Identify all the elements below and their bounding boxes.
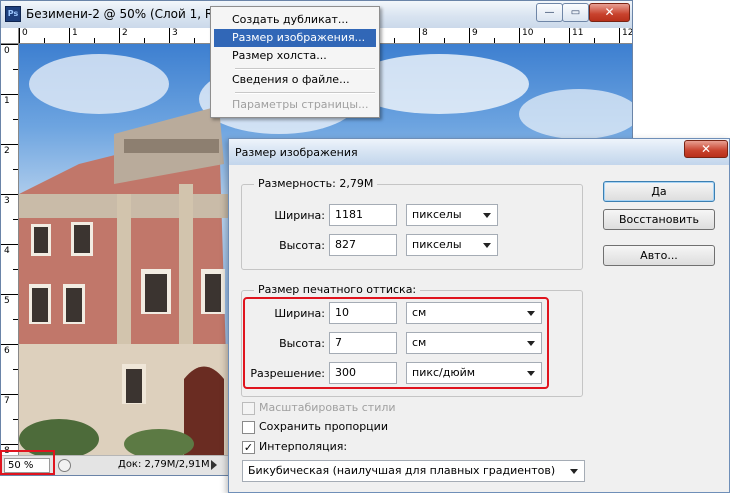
ruler-number: 3 [172, 28, 178, 38]
dialog-close-button[interactable]: ✕ [684, 140, 728, 158]
ruler-number: 1 [4, 96, 10, 106]
close-button[interactable]: ✕ [589, 3, 630, 22]
pixel-height-unit-select[interactable]: пикселы [406, 234, 498, 256]
print-height-unit: см [412, 336, 427, 349]
ruler-number: 4 [4, 246, 10, 256]
maximize-button[interactable]: ▭ [562, 3, 589, 22]
menu-separator [235, 92, 375, 94]
dialog-title-bar[interactable]: Размер изображения ✕ [229, 139, 729, 165]
resolution-unit-select[interactable]: пикс/дюйм [406, 362, 542, 384]
dropdown-arrow-icon [527, 341, 535, 346]
constrain-proportions-label[interactable]: Сохранить пропорции [259, 420, 388, 433]
ruler-number: 3 [4, 196, 10, 206]
photoshop-app-icon: Ps [5, 6, 21, 22]
dropdown-arrow-icon [527, 311, 535, 316]
ok-button[interactable]: Да [603, 181, 715, 202]
triangle-right-icon[interactable] [211, 460, 217, 470]
minimize-button[interactable]: — [536, 3, 563, 22]
zoom-highlight-box [0, 450, 55, 475]
ruler-corner[interactable] [1, 28, 19, 44]
pixel-dimensions-label: Размерность: [258, 177, 336, 190]
ruler-number: 5 [4, 296, 10, 306]
resample-checkbox[interactable]: ✓ [242, 441, 255, 454]
document-size-status: Док: 2,79M/2,91M [118, 459, 210, 470]
pixel-width-unit-select[interactable]: пикселы [406, 204, 498, 226]
ruler-number: 6 [4, 346, 10, 356]
pixel-height-unit: пикселы [412, 238, 462, 251]
pixel-dimensions-legend: Размерность: 2,79M [254, 177, 378, 190]
print-width-unit: см [412, 306, 427, 319]
ruler-number: 2 [122, 28, 128, 38]
print-height-label: Высота: [279, 337, 325, 350]
pixel-dimensions-value: 2,79M [339, 177, 374, 190]
resample-label[interactable]: Интерполяция: [259, 440, 347, 453]
ruler-number: 0 [4, 46, 10, 56]
ruler-number: 0 [22, 28, 28, 38]
ruler-vertical[interactable]: 0 1 2 3 4 5 6 7 8 [1, 44, 19, 455]
document-size-legend: Размер печатного оттиска: [254, 283, 421, 296]
pixel-width-unit: пикселы [412, 208, 462, 221]
print-width-unit-select[interactable]: см [406, 302, 542, 324]
scale-styles-checkbox [242, 402, 255, 415]
ruler-number: 9 [472, 28, 478, 38]
menu-item-file-info[interactable]: Сведения о файле... [214, 71, 376, 89]
print-width-label: Ширина: [274, 307, 325, 320]
resample-method-value: Бикубическая (наилучшая для плавных град… [248, 464, 556, 477]
ruler-number: 11 [572, 28, 584, 38]
pixel-height-field[interactable]: 827 [329, 234, 397, 256]
ruler-number: 8 [422, 28, 428, 38]
auto-button[interactable]: Авто... [603, 245, 715, 266]
dropdown-arrow-icon [527, 371, 535, 376]
dropdown-arrow-icon [483, 213, 491, 218]
menu-item-image-size[interactable]: Размер изображения... [214, 29, 376, 47]
ruler-number: 10 [522, 28, 534, 38]
image-size-dialog: Размер изображения ✕ Размерность: 2,79M … [228, 138, 730, 493]
clock-icon[interactable] [58, 459, 71, 472]
print-width-field[interactable]: 10 [329, 302, 397, 324]
resolution-unit: пикс/дюйм [412, 366, 476, 379]
print-height-unit-select[interactable]: см [406, 332, 542, 354]
reset-button[interactable]: Восстановить [603, 209, 715, 230]
ruler-number: 1 [72, 28, 78, 38]
menu-item-canvas-size[interactable]: Размер холста... [214, 47, 376, 65]
image-context-menu: Создать дубликат... Размер изображения..… [210, 6, 380, 118]
dropdown-arrow-icon [570, 469, 578, 474]
menu-item-duplicate[interactable]: Создать дубликат... [214, 11, 376, 29]
dialog-title: Размер изображения [235, 146, 358, 159]
pixel-width-field[interactable]: 1181 [329, 204, 397, 226]
dropdown-arrow-icon [483, 243, 491, 248]
ruler-number: 2 [4, 146, 10, 156]
resolution-field[interactable]: 300 [329, 362, 397, 384]
pixel-dimensions-group [241, 184, 583, 270]
menu-separator [235, 68, 375, 70]
ruler-number: 12 [622, 28, 632, 38]
print-height-field[interactable]: 7 [329, 332, 397, 354]
resample-method-select[interactable]: Бикубическая (наилучшая для плавных град… [242, 460, 585, 482]
constrain-proportions-checkbox[interactable] [242, 421, 255, 434]
ruler-number: 7 [4, 396, 10, 406]
pixel-height-label: Высота: [279, 239, 325, 252]
pixel-width-label: Ширина: [274, 209, 325, 222]
resolution-label: Разрешение: [250, 367, 325, 380]
menu-item-page-setup: Параметры страницы... [232, 98, 369, 111]
scale-styles-label: Масштабировать стили [259, 401, 396, 414]
